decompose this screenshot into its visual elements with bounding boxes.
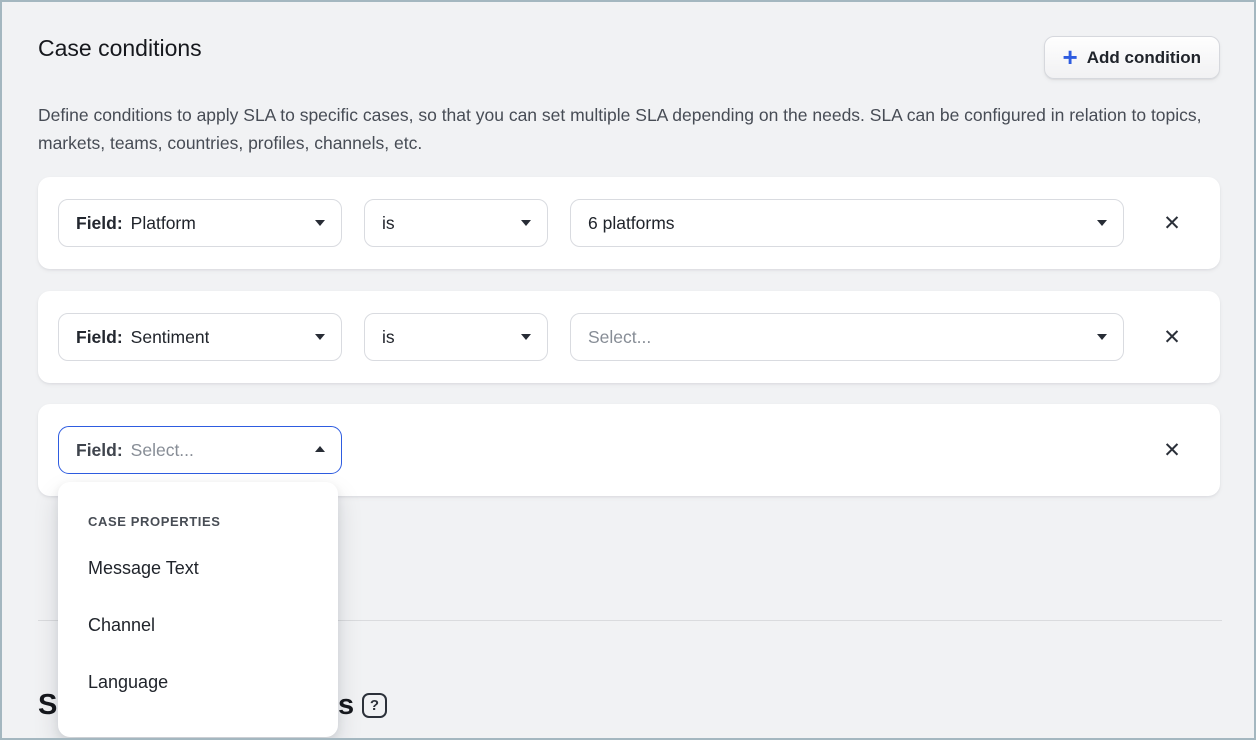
field-select-label: Field:: [76, 213, 123, 234]
field-select[interactable]: Field: Sentiment: [58, 313, 342, 361]
dropdown-item-message-text[interactable]: Message Text: [88, 557, 308, 579]
page-title: Case conditions: [38, 35, 202, 62]
section-description: Define conditions to apply SLA to specif…: [38, 102, 1204, 157]
condition-row: Field: Platform is 6 platforms ✕: [38, 177, 1220, 269]
chevron-down-icon: [315, 220, 325, 226]
field-select-label: Field:: [76, 327, 123, 348]
value-select-placeholder: Select...: [588, 327, 651, 348]
chevron-down-icon: [1097, 334, 1107, 340]
close-icon: ✕: [1163, 438, 1181, 463]
operator-select-value: is: [382, 213, 395, 234]
value-select[interactable]: Select...: [570, 313, 1124, 361]
close-icon: ✕: [1163, 211, 1181, 236]
field-select-value: Platform: [131, 213, 196, 234]
sla-case-conditions-panel: Case conditions + Add condition Define c…: [0, 0, 1256, 740]
operator-select-value: is: [382, 327, 395, 348]
dropdown-item-language[interactable]: Language: [88, 671, 308, 693]
chevron-down-icon: [315, 334, 325, 340]
value-select-value: 6 platforms: [588, 213, 675, 234]
next-section-heading-fragment: S: [38, 689, 57, 721]
plus-icon: +: [1063, 44, 1078, 70]
remove-condition-button[interactable]: ✕: [1150, 201, 1194, 245]
field-select-value: Sentiment: [131, 327, 210, 348]
chevron-down-icon: [521, 334, 531, 340]
help-icon[interactable]: ?: [362, 693, 387, 718]
chevron-down-icon: [521, 220, 531, 226]
remove-condition-button[interactable]: ✕: [1150, 428, 1194, 472]
add-condition-label: Add condition: [1087, 48, 1201, 68]
condition-row: Field: Sentiment is Select... ✕: [38, 291, 1220, 383]
dropdown-group-label: CASE PROPERTIES: [88, 514, 221, 529]
remove-condition-button[interactable]: ✕: [1150, 315, 1194, 359]
add-condition-button[interactable]: + Add condition: [1044, 36, 1220, 79]
value-select[interactable]: 6 platforms: [570, 199, 1124, 247]
field-select-label: Field:: [76, 440, 123, 461]
close-icon: ✕: [1163, 325, 1181, 350]
next-section-heading-fragment: s: [338, 689, 354, 721]
operator-select[interactable]: is: [364, 199, 548, 247]
field-select-placeholder: Select...: [131, 440, 194, 461]
operator-select[interactable]: is: [364, 313, 548, 361]
field-select[interactable]: Field: Platform: [58, 199, 342, 247]
chevron-down-icon: [1097, 220, 1107, 226]
field-select-open[interactable]: Field: Select...: [58, 426, 342, 474]
chevron-up-icon: [315, 446, 325, 452]
dropdown-item-channel[interactable]: Channel: [88, 614, 308, 636]
field-dropdown-menu: CASE PROPERTIES Message Text Channel Lan…: [58, 482, 338, 737]
